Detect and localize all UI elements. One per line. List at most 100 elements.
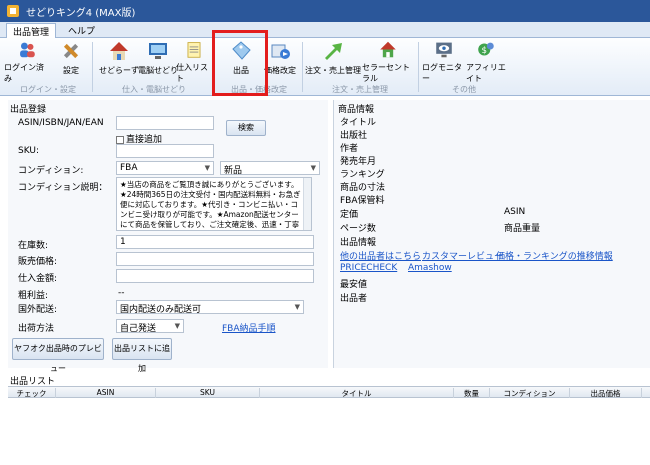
- group-login-settings: ログイン・設定: [20, 85, 76, 94]
- amashow-link[interactable]: Amashow: [408, 263, 452, 273]
- info-author: 作者: [340, 144, 359, 154]
- sale-price-label: 販売価格:: [18, 257, 58, 267]
- seller-central-label: セラーセントラル: [362, 63, 410, 83]
- order-sales-label: 注文・売上管理: [305, 66, 361, 75]
- fba-guide-link[interactable]: FBA納品手順: [222, 321, 276, 334]
- order-sales-button[interactable]: 注文・売上管理: [304, 40, 362, 84]
- form-title: 出品登録: [10, 105, 47, 115]
- ribbon-separator: [92, 42, 93, 92]
- info-ranking: ランキング: [340, 170, 385, 180]
- dennou-sedori-label: 電脳せどり: [138, 66, 178, 75]
- gross-profit-label: 粗利益:: [18, 291, 49, 301]
- tools-icon: [63, 43, 79, 59]
- money-icon: $: [478, 42, 494, 56]
- info-asin: ASIN: [504, 207, 526, 217]
- eye-icon: [436, 42, 452, 58]
- monitor-icon: [149, 43, 167, 59]
- notepad-icon: [187, 42, 201, 58]
- group-purchase: 仕入・電脳せどり: [122, 85, 186, 94]
- price-icon: [271, 44, 290, 59]
- desc-scrollbar[interactable]: [303, 178, 311, 230]
- log-monitor-button[interactable]: ログモニター: [422, 40, 466, 84]
- info-dimensions: 商品の寸法: [340, 183, 386, 193]
- col-asin[interactable]: ASIN: [56, 388, 156, 398]
- dennou-sedori-button[interactable]: 電脳せどり: [138, 40, 178, 84]
- highlight-box: [212, 30, 268, 96]
- listing-form: 出品登録 ASIN/ISBN/JAN/EAN 直接追加 検索 SKU: コンディ…: [8, 100, 328, 373]
- affiliate-button[interactable]: $ アフィリエイト: [466, 40, 506, 84]
- price-ranking-history-link[interactable]: 価格・ランキングの推移情報: [496, 249, 613, 262]
- chevron-down-icon: ▼: [310, 164, 316, 172]
- direct-add-check[interactable]: [116, 135, 124, 144]
- arrow-up-icon: [325, 43, 342, 60]
- condition-desc-textarea[interactable]: ★当店の商品をご覧頂き誠にありがとうございます。★24時間365日の注文受付・国…: [116, 177, 312, 231]
- yahoo-preview-button[interactable]: ヤフオク出品時のプレビュー: [12, 338, 104, 373]
- chevron-down-icon: ▼: [174, 322, 180, 330]
- group-other: その他: [452, 85, 476, 94]
- people-icon: [20, 42, 35, 58]
- sku-input[interactable]: [116, 144, 214, 158]
- info-publisher: 出版社: [340, 131, 368, 141]
- info-fba-fee: FBA保管料: [340, 196, 385, 206]
- stock-input[interactable]: 1: [116, 235, 314, 249]
- chevron-down-icon: ▼: [294, 303, 300, 311]
- info-seller: 出品者: [340, 294, 368, 304]
- settings-button[interactable]: 設定: [56, 40, 86, 84]
- add-to-list-button[interactable]: 出品リストに追加: [112, 338, 172, 373]
- purchase-amount-label: 仕入金額:: [18, 274, 58, 284]
- info-title: タイトル: [340, 118, 377, 128]
- col-condition[interactable]: コンディション: [490, 388, 570, 398]
- info-list-price: 定価: [340, 210, 359, 220]
- condition-desc-text: ★当店の商品をご覧頂き誠にありがとうございます。★24時間365日の注文受付・国…: [120, 180, 301, 229]
- gross-profit-value: --: [118, 288, 125, 298]
- info-seller-info: 出品情報: [340, 238, 377, 248]
- col-title[interactable]: タイトル: [260, 388, 454, 398]
- ribbon-separator: [302, 42, 303, 92]
- col-price[interactable]: 出品価格: [570, 388, 642, 398]
- condition-sub-select[interactable]: 新品 ▼: [220, 161, 320, 176]
- col-quantity[interactable]: 数量: [454, 388, 490, 398]
- col-check[interactable]: チェック: [8, 388, 56, 398]
- condition-value: FBA: [120, 163, 138, 173]
- pricecheck-link[interactable]: PRICECHECK: [340, 263, 397, 273]
- listing-list-panel: 出品リスト チェック ASIN SKU タイトル 数量 コンディション 出品価格: [8, 374, 650, 465]
- info-weight: 商品重量: [504, 224, 541, 234]
- price-revision-label: 価格改定: [264, 66, 296, 75]
- customer-review-link[interactable]: カスタマーレビュー: [422, 249, 503, 262]
- shipping-method-select[interactable]: 自己発送 ▼: [116, 319, 184, 334]
- shipping-method-label: 出荷方法: [18, 324, 55, 334]
- title-bar: せどりキング4 (MAX版): [0, 0, 650, 22]
- other-sellers-link[interactable]: 他の出品者はこちら: [340, 249, 421, 262]
- condition-sub-value: 新品: [224, 166, 243, 176]
- overseas-shipping-label: 国外配送:: [18, 305, 58, 315]
- chevron-down-icon: ▼: [204, 164, 210, 172]
- asin-input[interactable]: [116, 116, 214, 130]
- tab-help[interactable]: ヘルプ: [62, 23, 101, 38]
- login-button[interactable]: ログイン済み: [4, 40, 50, 84]
- sale-price-input[interactable]: [116, 252, 314, 266]
- tab-listing-management[interactable]: 出品管理: [6, 23, 57, 38]
- purchase-amount-input[interactable]: [116, 269, 314, 283]
- info-pages: ページ数: [340, 224, 376, 234]
- overseas-shipping-select[interactable]: 国内配送のみ配送可 ▼: [116, 300, 304, 315]
- log-monitor-label: ログモニター: [422, 63, 462, 83]
- sedoraazu-label: せどらーず: [99, 66, 139, 75]
- house-green-icon: [380, 41, 396, 58]
- product-info-panel: 商品情報 タイトル 出版社 作者 発売年月 ランキング 商品の寸法 FBA保管料…: [333, 100, 650, 368]
- sku-label: SKU:: [18, 146, 39, 156]
- condition-label: コンディション:: [18, 166, 84, 176]
- seller-central-button[interactable]: セラーセントラル: [362, 40, 414, 84]
- col-sku[interactable]: SKU: [156, 388, 260, 398]
- info-release-date: 発売年月: [340, 157, 377, 167]
- sedoraazu-button[interactable]: せどらーず: [97, 40, 141, 84]
- purchase-list-button[interactable]: 仕入リスト: [176, 40, 212, 84]
- condition-select[interactable]: FBA ▼: [116, 161, 214, 175]
- purchase-list-label: 仕入リスト: [176, 63, 208, 83]
- product-info-title: 商品情報: [338, 105, 375, 115]
- search-button[interactable]: 検索: [226, 120, 266, 136]
- condition-desc-label: コンディション説明：: [18, 183, 108, 193]
- login-label: ログイン済み: [4, 63, 44, 83]
- ribbon-tabs: 出品管理 ヘルプ: [0, 22, 650, 38]
- ribbon: ログイン済み 設定 せどらーず 電脳せどり 仕入リスト 出品 価格改定 注文・売…: [0, 38, 650, 96]
- list-header: チェック ASIN SKU タイトル 数量 コンディション 出品価格: [8, 386, 650, 398]
